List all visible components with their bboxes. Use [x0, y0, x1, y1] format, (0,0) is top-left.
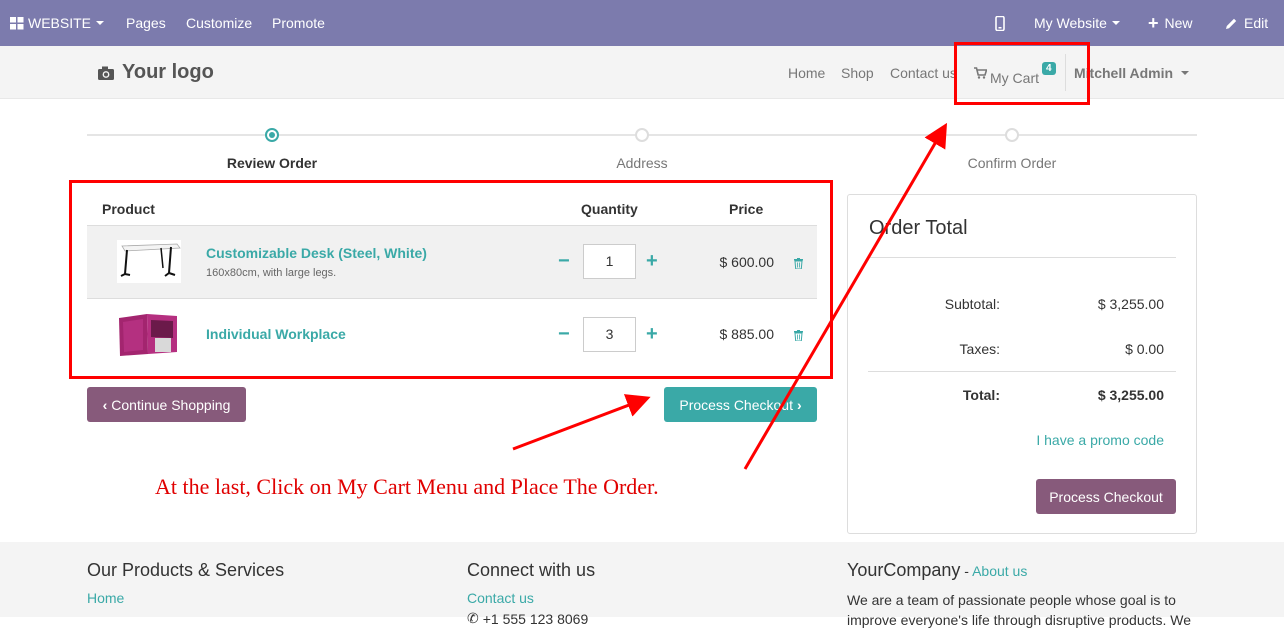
- footer-link-contact-us[interactable]: Contact us: [467, 590, 534, 606]
- edit-label: Edit: [1244, 15, 1269, 31]
- footer-link-home[interactable]: Home: [87, 590, 124, 606]
- admin-bar: WEBSITE Pages Customize Promote My Websi…: [0, 0, 1284, 46]
- dash-separator: -: [964, 563, 973, 579]
- site-logo[interactable]: Your logo: [97, 61, 214, 84]
- annotation-text: At the last, Click on My Cart Menu and P…: [155, 474, 659, 499]
- annotation-box-my-cart: [954, 42, 1090, 105]
- chevron-down-icon: [1111, 21, 1120, 25]
- footer-connect-title: Connect with us: [467, 560, 596, 580]
- nav-contact-us[interactable]: Contact us: [890, 65, 957, 81]
- step-review-order: Review Order: [226, 155, 318, 171]
- footer-company-text: We are a team of passionate people whose…: [847, 592, 1192, 628]
- new-button[interactable]: + New: [1148, 13, 1193, 33]
- order-process-checkout-label: Process Checkout: [1049, 488, 1163, 505]
- website-menu-label: WEBSITE: [28, 15, 92, 31]
- menu-pages[interactable]: Pages: [126, 15, 166, 31]
- mobile-preview-icon[interactable]: [995, 16, 1005, 31]
- menu-promote[interactable]: Promote: [272, 15, 325, 31]
- my-website-label: My Website: [1034, 15, 1107, 31]
- footer-phone: ✆ +1 555 123 8069: [467, 610, 588, 627]
- subtotal-label: Subtotal:: [944, 296, 1000, 312]
- footer: Our Products & Services Home Connect wit…: [0, 542, 1284, 628]
- total-label: Total:: [962, 387, 1000, 403]
- footer-about-us-link[interactable]: About us: [972, 563, 1027, 579]
- new-label: New: [1164, 15, 1193, 31]
- chevron-down-icon: [1181, 71, 1190, 75]
- promo-code-link[interactable]: I have a promo code: [1036, 432, 1164, 448]
- continue-shopping-label: Continue Shopping: [111, 396, 231, 413]
- step-confirm-order: Confirm Order: [967, 155, 1057, 171]
- divider: [868, 371, 1176, 372]
- camera-icon: [98, 66, 114, 80]
- footer-products-title: Our Products & Services: [87, 560, 285, 580]
- phone-icon: ✆: [467, 610, 479, 626]
- footer-phone-number: +1 555 123 8069: [482, 610, 589, 627]
- order-total-panel: Order Total Subtotal: $ 3,255.00 Taxes: …: [847, 194, 1197, 534]
- subtotal-value: $ 3,255.00: [1097, 296, 1164, 312]
- step-dot-address: [635, 128, 649, 142]
- taxes-label: Taxes:: [959, 341, 1000, 357]
- taxes-value: $ 0.00: [1125, 341, 1164, 357]
- continue-shopping-button[interactable]: ‹ Continue Shopping: [87, 387, 246, 422]
- logo-text: Your logo: [122, 61, 214, 83]
- apps-grid-icon: [10, 16, 24, 29]
- order-total-title: Order Total: [869, 217, 968, 239]
- annotation-arrow-checkout: [512, 394, 651, 451]
- plus-icon: +: [1148, 13, 1159, 33]
- process-checkout-label: Process Checkout: [679, 396, 793, 413]
- divider: [868, 257, 1176, 258]
- order-process-checkout-button[interactable]: Process Checkout: [1036, 479, 1176, 514]
- footer-company-heading: YourCompany - About us: [847, 560, 1027, 581]
- chevron-left-icon: ‹: [102, 396, 108, 413]
- process-checkout-button[interactable]: Process Checkout ›: [664, 387, 817, 422]
- footer-company-name: YourCompany: [847, 560, 961, 580]
- my-website-dropdown[interactable]: My Website: [1034, 15, 1120, 31]
- website-menu[interactable]: WEBSITE: [10, 15, 105, 31]
- step-address: Address: [616, 155, 668, 171]
- chevron-right-icon: ›: [796, 396, 802, 413]
- nav-shop[interactable]: Shop: [841, 65, 874, 81]
- site-navbar: Your logo Home Shop Contact us My Cart 4…: [0, 46, 1284, 99]
- pencil-icon: [1226, 18, 1237, 29]
- annotation-box-cart-table: [69, 180, 833, 379]
- menu-customize[interactable]: Customize: [186, 15, 252, 31]
- step-dot-review: [265, 128, 279, 142]
- nav-home[interactable]: Home: [788, 65, 825, 81]
- edit-button[interactable]: Edit: [1225, 15, 1268, 31]
- total-value: $ 3,255.00: [1097, 387, 1164, 403]
- step-dot-confirm: [1005, 128, 1019, 142]
- chevron-down-icon: [96, 21, 105, 25]
- user-menu[interactable]: Mitchell Admin: [1074, 65, 1190, 81]
